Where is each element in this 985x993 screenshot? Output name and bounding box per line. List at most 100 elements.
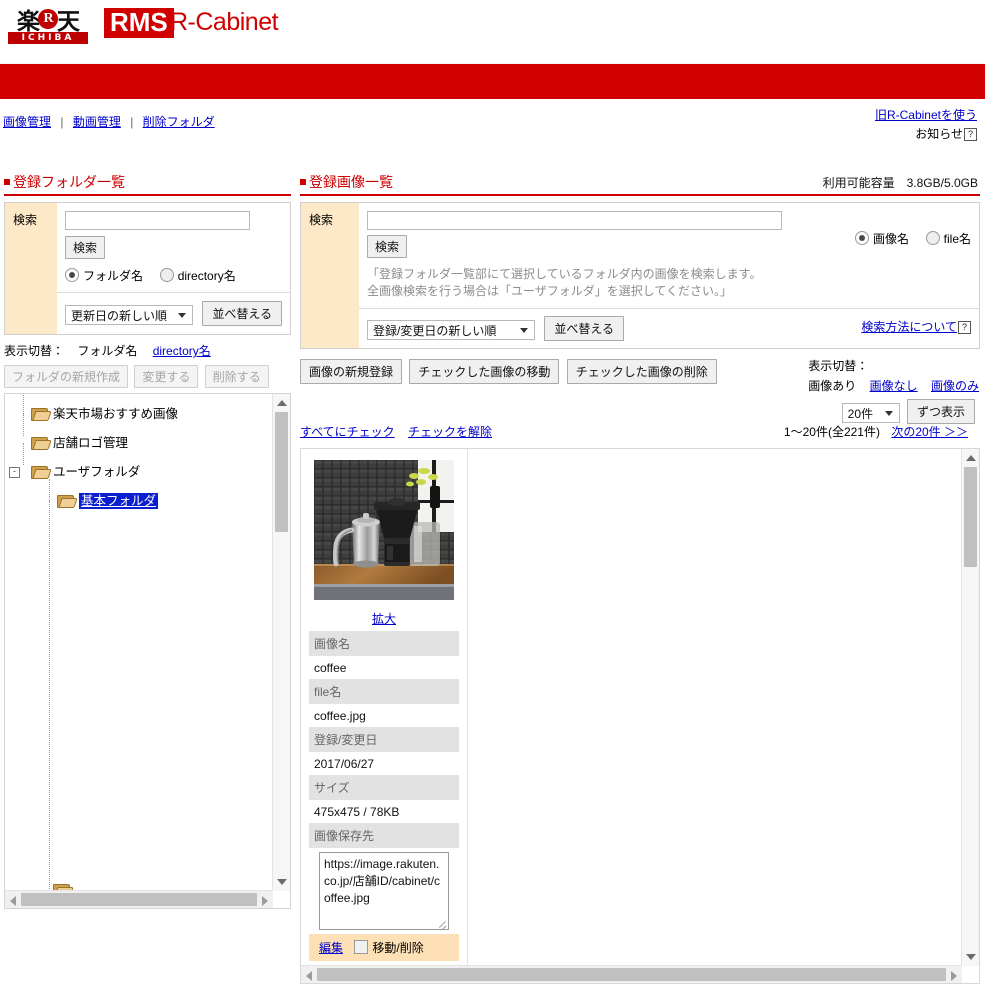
help-icon[interactable]: ? [964, 128, 977, 141]
field-value-size: 475x475 / 78KB [309, 801, 459, 823]
nav-links: 画像管理 | 動画管理 | 削除フォルダ [2, 113, 216, 130]
folder-list-panel: 登録フォルダ一覧 検索 検索 フォルダ名 directory名 [4, 172, 291, 909]
search-method-help-link[interactable]: 検索方法について [861, 320, 957, 334]
folder-sort-select-value: 更新日の新しい順 [71, 309, 167, 323]
image-search-note-line2: 全画像検索を行う場合は「ユーザフォルダ」を選択してください。」 [367, 283, 971, 300]
image-url-textarea[interactable]: https://image.rakuten.co.jp/店舗ID/cabinet… [319, 852, 449, 930]
image-display-switch-no-image[interactable]: 画像なし [870, 379, 918, 393]
image-zoom-link-wrap: 拡大 [309, 607, 459, 631]
create-folder-button[interactable]: フォルダの新規作成 [4, 365, 128, 388]
folder-search-label: 検索 [5, 203, 57, 334]
image-list-scroll-thumb[interactable] [964, 467, 977, 567]
folder-tree-scroll-thumb[interactable] [275, 412, 288, 532]
delete-folder-button[interactable]: 削除する [205, 365, 269, 388]
tree-item-label: 基本フォルダ [79, 493, 158, 509]
per-page-select-value: 20件 [848, 407, 873, 421]
image-list-vertical-scrollbar[interactable] [961, 449, 979, 966]
capacity-info: 利用可能容量3.8GB/5.0GB [823, 174, 978, 191]
image-display-switch-image-only[interactable]: 画像のみ [931, 379, 979, 393]
scroll-down-icon[interactable] [966, 954, 976, 960]
image-search-button[interactable]: 検索 [367, 235, 407, 258]
scroll-right-icon[interactable] [262, 896, 268, 906]
move-checked-images-button[interactable]: チェックした画像の移動 [409, 359, 559, 384]
nav-item-video-management[interactable]: 動画管理 [73, 115, 121, 129]
register-new-image-button[interactable]: 画像の新規登録 [300, 359, 402, 384]
edit-folder-button[interactable]: 変更する [134, 365, 198, 388]
nav-item-image-management[interactable]: 画像管理 [3, 115, 51, 129]
image-list-horizontal-scrollbar[interactable] [301, 965, 962, 983]
image-card-footer: 編集 移動/削除 [309, 934, 459, 961]
image-search-radio-imagename[interactable] [855, 231, 869, 245]
folder-search-radio-foldername-label: フォルダ名 [83, 269, 143, 283]
scroll-down-icon[interactable] [277, 879, 287, 885]
tree-item-basic-folder[interactable]: 基本フォルダ [9, 487, 273, 516]
image-thumbnail[interactable] [309, 452, 459, 607]
image-sort-button[interactable]: 並べ替える [544, 316, 624, 341]
check-control-row: すべてにチェック チェックを解除 1〜20件(全221件) 次の20件 ＞＞ [300, 423, 980, 443]
chevron-down-icon [178, 313, 186, 318]
move-delete-checkbox[interactable] [354, 940, 368, 954]
folder-display-switch: 表示切替： フォルダ名 directory名 [4, 342, 291, 359]
next-page-link[interactable]: 次の20件 ＞＞ [891, 425, 968, 439]
folder-search-input[interactable] [65, 211, 250, 230]
folder-icon [31, 465, 48, 478]
section-marker-icon [4, 179, 10, 185]
image-card: 拡大 画像名 coffee file名 coffee.jpg 登録/変更日 20… [309, 452, 459, 961]
folder-sort-button[interactable]: 並べ替える [202, 301, 282, 326]
notice-label: お知らせ [915, 127, 963, 141]
uncheck-all-link[interactable]: チェックを解除 [408, 425, 492, 439]
per-page-select[interactable]: 20件 [842, 403, 900, 423]
field-header-file-name: file名 [309, 679, 459, 705]
nav-item-deleted-folder[interactable]: 削除フォルダ [143, 115, 215, 129]
scroll-left-icon[interactable] [306, 971, 312, 981]
tree-item-rakuten-recommended[interactable]: 楽天市場おすすめ画像 [9, 400, 273, 429]
header-utility-links: 旧R-Cabinetを使う お知らせ? [875, 106, 977, 142]
tree-item-shop-logo[interactable]: 店舗ロゴ管理 [9, 429, 273, 458]
chevron-down-icon [885, 411, 893, 416]
tree-item-label: ユーザフォルダ [53, 465, 140, 479]
folder-display-switch-directory-link[interactable]: directory名 [153, 344, 211, 358]
folder-search-button[interactable]: 検索 [65, 236, 105, 259]
page-root: 楽R天 ICHIBA RMS R‑Cabinet 画像管理 | 動画管理 | 削… [0, 0, 985, 993]
image-search-box: 検索 検索 「登録フォルダ一覧部にて選択しているフォルダ内の画像を検索します。 … [300, 202, 980, 349]
per-page-apply-button[interactable]: ずつ表示 [907, 399, 975, 424]
image-list-panel: 登録画像一覧 利用可能容量3.8GB/5.0GB 検索 検索 「登録フォルダ一覧… [300, 172, 980, 984]
field-header-image-url: 画像保存先 [309, 823, 459, 849]
edit-image-link[interactable]: 編集 [319, 941, 343, 955]
folder-search-fields: 検索 フォルダ名 directory名 [57, 203, 290, 293]
folder-display-switch-label: 表示切替： [4, 344, 64, 358]
image-search-input[interactable] [367, 211, 782, 230]
tree-expander-icon[interactable]: - [9, 467, 20, 478]
folder-tree-hscroll-thumb[interactable] [21, 893, 257, 906]
delete-checked-images-button[interactable]: チェックした画像の削除 [567, 359, 717, 384]
image-search-radio-filename[interactable] [926, 231, 940, 245]
scroll-right-icon[interactable] [951, 971, 957, 981]
folder-search-radio-directoryname[interactable] [160, 268, 174, 282]
image-list-hscroll-thumb[interactable] [317, 968, 946, 981]
folder-sort-select[interactable]: 更新日の新しい順 [65, 305, 193, 325]
image-sort-select[interactable]: 登録/変更日の新しい順 [367, 320, 535, 340]
image-list-title: 登録画像一覧 利用可能容量3.8GB/5.0GB [300, 172, 980, 196]
scroll-left-icon[interactable] [10, 896, 16, 906]
image-list-inner: 拡大 画像名 coffee file名 coffee.jpg 登録/変更日 20… [301, 449, 962, 966]
old-rcabinet-link[interactable]: 旧R-Cabinetを使う [875, 108, 977, 122]
image-list-title-text: 登録画像一覧 [309, 174, 393, 190]
folder-sort-row: 更新日の新しい順 並べ替える [57, 293, 290, 334]
folder-tree-vertical-scrollbar[interactable] [272, 394, 290, 891]
image-zoom-link[interactable]: 拡大 [372, 612, 396, 626]
field-value-file-name: coffee.jpg [309, 705, 459, 727]
nav-separator-2: | [130, 115, 133, 129]
scroll-up-icon[interactable] [966, 455, 976, 461]
red-banner [0, 63, 985, 99]
folder-search-radio-foldername[interactable] [65, 268, 79, 282]
check-all-link[interactable]: すべてにチェック [300, 425, 395, 439]
image-search-radio-imagename-label: 画像名 [873, 232, 909, 246]
tree-item-partial[interactable] [5, 876, 75, 891]
help-icon[interactable]: ? [958, 321, 971, 334]
image-display-switch-current: 画像あり [808, 379, 856, 393]
folder-icon [31, 407, 48, 420]
tree-item-label: 楽天市場おすすめ画像 [53, 407, 178, 421]
scroll-up-icon[interactable] [277, 400, 287, 406]
folder-tree-horizontal-scrollbar[interactable] [5, 890, 273, 908]
resize-grip-icon[interactable] [438, 919, 447, 928]
